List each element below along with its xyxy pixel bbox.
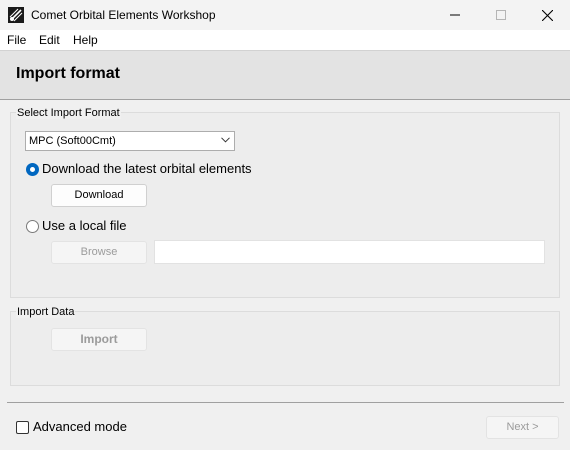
advanced-mode-checkbox[interactable] xyxy=(16,421,29,434)
import-format-group-label: Select Import Format xyxy=(16,107,121,119)
minimize-icon xyxy=(450,14,460,16)
chevron-down-icon xyxy=(221,137,230,143)
local-file-option-label[interactable]: Use a local file xyxy=(42,218,127,233)
browse-button[interactable]: Browse xyxy=(51,241,147,264)
window-title: Comet Orbital Elements Workshop xyxy=(31,8,216,22)
close-icon xyxy=(541,9,553,21)
advanced-mode-label[interactable]: Advanced mode xyxy=(33,419,127,434)
import-data-group-label: Import Data xyxy=(16,306,76,318)
menu-bar: File Edit Help xyxy=(0,30,570,50)
page-header: Import format xyxy=(0,50,570,100)
file-path-input[interactable] xyxy=(154,240,545,264)
import-format-select[interactable]: MPC (Soft00Cmt) xyxy=(25,131,235,151)
import-format-select-value: MPC (Soft00Cmt) xyxy=(29,135,116,147)
footer-separator xyxy=(7,402,564,403)
maximize-icon xyxy=(496,10,506,20)
download-button[interactable]: Download xyxy=(51,184,147,207)
menu-edit[interactable]: Edit xyxy=(39,33,60,47)
menu-file[interactable]: File xyxy=(7,33,26,47)
title-bar: Comet Orbital Elements Workshop xyxy=(0,0,570,30)
page-title: Import format xyxy=(16,65,120,82)
download-option-radio[interactable] xyxy=(26,163,39,176)
import-button[interactable]: Import xyxy=(51,328,147,351)
close-button[interactable] xyxy=(524,0,570,30)
minimize-button[interactable] xyxy=(432,0,478,30)
download-option-label[interactable]: Download the latest orbital elements xyxy=(42,161,252,176)
maximize-button[interactable] xyxy=(478,0,524,30)
local-file-option-radio[interactable] xyxy=(26,220,39,233)
menu-help[interactable]: Help xyxy=(73,33,98,47)
comet-app-icon xyxy=(8,7,24,23)
next-button[interactable]: Next > xyxy=(486,416,559,439)
